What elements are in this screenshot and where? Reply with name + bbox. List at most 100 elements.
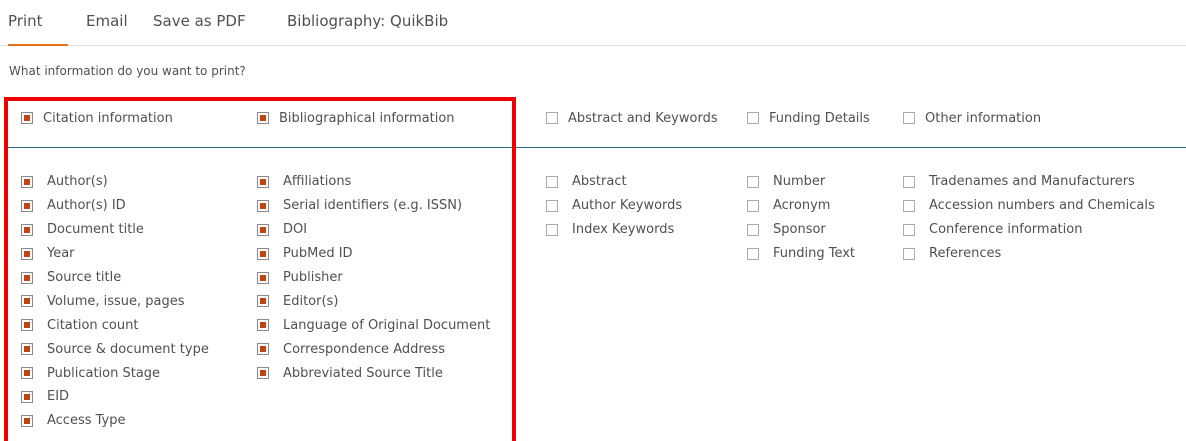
option-checkbox[interactable] (257, 343, 269, 356)
option-abstract[interactable]: Abstract (546, 170, 682, 194)
category-checkbox[interactable] (546, 112, 558, 124)
option-label: Publication Stage (47, 365, 161, 381)
option-checkbox[interactable] (21, 223, 33, 236)
option-checkbox[interactable] (21, 319, 33, 332)
option-checkbox[interactable] (747, 175, 759, 188)
option-checkbox[interactable] (747, 223, 759, 236)
option-checkbox[interactable] (257, 247, 269, 260)
option-access-type[interactable]: Access Type (21, 409, 209, 433)
option-checkbox[interactable] (903, 223, 915, 236)
option-checkbox[interactable] (257, 367, 269, 380)
category-label: Citation information (43, 110, 173, 126)
category-checkbox[interactable] (903, 112, 915, 124)
option-affiliations[interactable]: Affiliations (257, 170, 490, 194)
option-checkbox[interactable] (257, 319, 269, 332)
print-question: What information do you want to print? (9, 64, 246, 78)
column-funding-details: Number Acronym Sponsor Funding Text (747, 170, 855, 266)
option-conference-information[interactable]: Conference information (903, 218, 1155, 242)
tab-print[interactable]: Print (8, 12, 68, 46)
option-authors[interactable]: Author(s) (21, 170, 209, 194)
category-bibliographical-information[interactable]: Bibliographical information (257, 108, 455, 128)
option-checkbox[interactable] (257, 223, 269, 236)
option-document-title[interactable]: Document title (21, 218, 209, 242)
option-checkbox[interactable] (903, 175, 915, 188)
option-label: Author(s) (47, 174, 108, 190)
option-pubmed-id[interactable]: PubMed ID (257, 242, 490, 266)
tab-email[interactable]: Email (86, 12, 128, 46)
option-language-of-original-document[interactable]: Language of Original Document (257, 313, 490, 337)
option-serial-identifiers[interactable]: Serial identifiers (e.g. ISSN) (257, 194, 490, 218)
option-label: Serial identifiers (e.g. ISSN) (283, 198, 463, 214)
option-year[interactable]: Year (21, 242, 209, 266)
option-citation-count[interactable]: Citation count (21, 313, 209, 337)
option-references[interactable]: References (903, 242, 1155, 266)
option-label: Acronym (773, 198, 831, 214)
option-label: Publisher (283, 270, 343, 285)
option-source-document-type[interactable]: Source & document type (21, 337, 209, 361)
option-accession-numbers-and-chemicals[interactable]: Accession numbers and Chemicals (903, 194, 1155, 218)
option-acronym[interactable]: Acronym (747, 194, 855, 218)
option-doi[interactable]: DOI (257, 218, 490, 242)
option-label: Sponsor (773, 222, 826, 238)
option-checkbox[interactable] (257, 295, 269, 308)
option-checkbox[interactable] (21, 175, 33, 188)
option-label: Abstract (572, 174, 627, 190)
option-label: Index Keywords (572, 222, 675, 238)
category-abstract-and-keywords[interactable]: Abstract and Keywords (546, 108, 718, 128)
option-index-keywords[interactable]: Index Keywords (546, 218, 682, 242)
tab-bibliography-quikbib[interactable]: Bibliography: QuikBib (287, 12, 448, 46)
option-checkbox[interactable] (21, 390, 33, 403)
category-checkbox[interactable] (257, 112, 269, 124)
option-checkbox[interactable] (546, 223, 558, 236)
option-checkbox[interactable] (257, 271, 269, 284)
option-publication-stage[interactable]: Publication Stage (21, 361, 209, 385)
option-label: Tradenames and Manufacturers (929, 174, 1135, 190)
option-label: Funding Text (773, 246, 856, 262)
category-citation-information[interactable]: Citation information (21, 108, 173, 128)
option-label: Editor(s) (283, 293, 339, 309)
option-checkbox[interactable] (21, 199, 33, 212)
option-checkbox[interactable] (257, 199, 269, 212)
option-publisher[interactable]: Publisher (257, 266, 490, 290)
option-checkbox[interactable] (21, 414, 33, 427)
option-checkbox[interactable] (21, 271, 33, 284)
category-label: Bibliographical information (279, 110, 455, 126)
category-funding-details[interactable]: Funding Details (747, 108, 870, 128)
option-author-keywords[interactable]: Author Keywords (546, 194, 682, 218)
option-authors-id[interactable]: Author(s) ID (21, 194, 209, 218)
option-checkbox[interactable] (546, 175, 558, 188)
option-correspondence-address[interactable]: Correspondence Address (257, 337, 490, 361)
option-checkbox[interactable] (747, 247, 759, 260)
option-checkbox[interactable] (257, 175, 269, 188)
option-label: Number (773, 174, 826, 190)
category-checkbox[interactable] (21, 112, 33, 124)
tab-save-as-pdf[interactable]: Save as PDF (153, 12, 246, 46)
category-checkbox[interactable] (747, 112, 759, 124)
option-checkbox[interactable] (903, 247, 915, 260)
option-checkbox[interactable] (21, 343, 33, 356)
category-other-information[interactable]: Other information (903, 108, 1041, 128)
category-label: Funding Details (769, 110, 870, 126)
option-editors[interactable]: Editor(s) (257, 289, 490, 313)
option-label: EID (47, 389, 70, 405)
option-label: DOI (283, 222, 308, 238)
option-sponsor[interactable]: Sponsor (747, 218, 855, 242)
option-volume-issue-pages[interactable]: Volume, issue, pages (21, 289, 209, 313)
option-label: Correspondence Address (283, 341, 445, 357)
option-checkbox[interactable] (546, 199, 558, 212)
option-source-title[interactable]: Source title (21, 266, 209, 290)
option-tradenames-and-manufacturers[interactable]: Tradenames and Manufacturers (903, 170, 1155, 194)
option-eid[interactable]: EID (21, 385, 209, 409)
option-label: Source title (47, 270, 122, 285)
option-abbreviated-source-title[interactable]: Abbreviated Source Title (257, 361, 490, 385)
option-checkbox[interactable] (21, 247, 33, 260)
column-other-information: Tradenames and Manufacturers Accession n… (903, 170, 1155, 266)
option-checkbox[interactable] (747, 199, 759, 212)
option-checkbox[interactable] (903, 199, 915, 212)
option-number[interactable]: Number (747, 170, 855, 194)
option-label: Language of Original Document (283, 317, 491, 333)
option-checkbox[interactable] (21, 295, 33, 308)
option-label: Abbreviated Source Title (283, 365, 443, 381)
option-funding-text[interactable]: Funding Text (747, 242, 855, 266)
option-checkbox[interactable] (21, 367, 33, 380)
